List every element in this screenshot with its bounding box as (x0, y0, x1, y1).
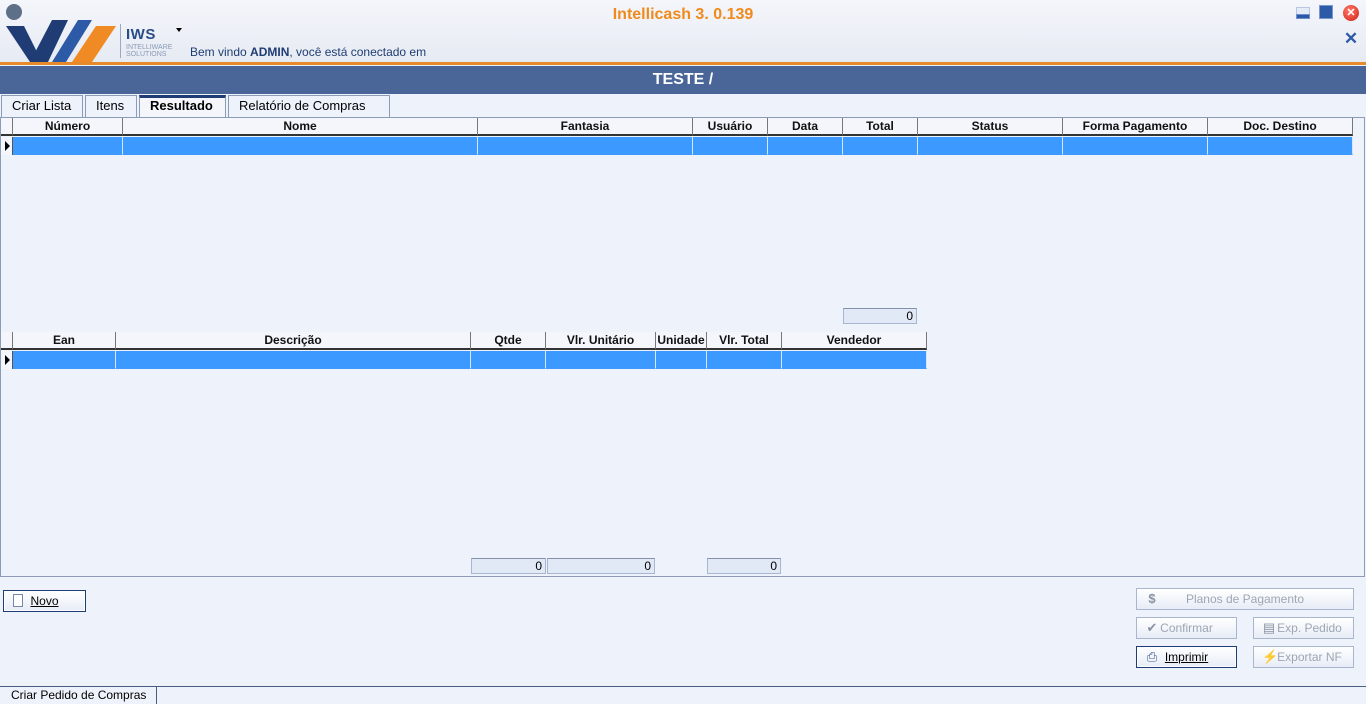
col-total[interactable]: Total (843, 118, 918, 136)
orders-grid-header: Número Nome Fantasia Usuário Data Total … (1, 118, 1353, 136)
col-status[interactable]: Status (918, 118, 1063, 136)
novo-button[interactable]: Novo (3, 590, 86, 612)
col-usuario[interactable]: Usuário (693, 118, 768, 136)
col-ean[interactable]: Ean (13, 332, 116, 350)
welcome-message: Bem vindo ADMIN, você está conectado em (190, 45, 427, 59)
items-vlr-unitario-total: 0 (547, 558, 655, 574)
col-unidade[interactable]: Unidade (656, 332, 707, 350)
items-qtde-total: 0 (471, 558, 546, 574)
table-row[interactable] (1, 351, 927, 369)
resultado-panel: Número Nome Fantasia Usuário Data Total … (0, 117, 1365, 577)
planos-pagamento-button[interactable]: $ Planos de Pagamento (1136, 588, 1354, 610)
col-numero[interactable]: Número (13, 118, 123, 136)
col-forma-pagamento[interactable]: Forma Pagamento (1063, 118, 1208, 136)
tab-relatorio-compras[interactable]: Relatório de Compras (228, 95, 390, 117)
tab-strip: Criar Lista Itens Resultado Relatório de… (0, 95, 1366, 117)
maximize-icon[interactable] (1319, 5, 1333, 19)
form-tab-strip: Criar Pedido de Compras (0, 686, 1366, 704)
welcome-user: ADMIN (250, 45, 290, 59)
exp-pedido-button[interactable]: ▤ Exp. Pedido (1253, 617, 1354, 639)
col-vlr-unitario[interactable]: Vlr. Unitário (546, 332, 656, 350)
close-app-icon[interactable]: ✕ (1343, 5, 1359, 21)
tab-criar-lista[interactable]: Criar Lista (1, 95, 83, 117)
page-title: TESTE / (0, 66, 1366, 94)
logo-divider (120, 24, 121, 58)
logo-subtext: INTELLIWARE SOLUTIONS (126, 44, 173, 58)
items-vlr-total-total: 0 (707, 558, 781, 574)
col-vlr-total[interactable]: Vlr. Total (707, 332, 782, 350)
col-doc-destino[interactable]: Doc. Destino (1208, 118, 1353, 136)
dollar-icon: $ (1148, 591, 1156, 606)
col-descricao[interactable]: Descrição (116, 332, 471, 350)
tab-resultado[interactable]: Resultado (139, 95, 226, 117)
col-qtde[interactable]: Qtde (471, 332, 546, 350)
col-fantasia[interactable]: Fantasia (478, 118, 693, 136)
imprimir-button[interactable]: ⎙ Imprimir (1136, 646, 1237, 668)
checkmark-icon: ✔ (1146, 620, 1158, 635)
header-accent-line (0, 62, 1366, 65)
menu-dropdown-icon[interactable] (176, 28, 182, 32)
app-title: Intellicash 3. 0.139 (612, 6, 754, 23)
document-export-icon: ▤ (1262, 620, 1276, 635)
tab-itens[interactable]: Itens (85, 95, 137, 117)
row-indicator-icon (1, 351, 13, 369)
app-header: IWS INTELLIWARE SOLUTIONS Bem vindo ADMI… (0, 0, 1366, 64)
row-indicator-icon (1, 137, 13, 155)
items-grid-header: Ean Descrição Qtde Vlr. Unitário Unidade… (1, 332, 927, 350)
logo-text: IWS (126, 26, 156, 43)
table-row[interactable] (1, 137, 1353, 155)
confirmar-button[interactable]: ✔ Confirmar (1136, 617, 1237, 639)
close-form-icon[interactable]: ✕ (1343, 30, 1359, 47)
new-document-icon (13, 594, 23, 607)
col-data[interactable]: Data (768, 118, 843, 136)
form-tab-criar-pedido[interactable]: Criar Pedido de Compras (1, 687, 158, 704)
col-nome[interactable]: Nome (123, 118, 478, 136)
col-vendedor[interactable]: Vendedor (782, 332, 927, 350)
printer-icon: ⎙ (1146, 649, 1158, 664)
orders-total-value: 0 (843, 308, 917, 324)
minimize-icon[interactable] (1295, 6, 1310, 20)
exportar-nf-button[interactable]: ⚡ Exportar NF (1253, 646, 1354, 668)
lightning-icon: ⚡ (1262, 649, 1279, 664)
